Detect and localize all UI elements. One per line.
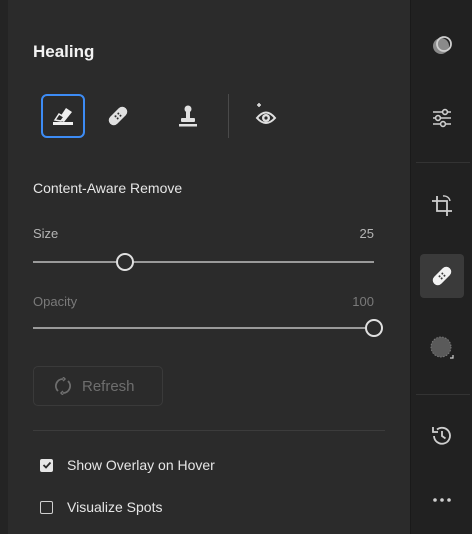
healing-bandage-icon — [432, 266, 452, 286]
history-icon — [432, 426, 451, 445]
crop-rotate-icon — [432, 195, 452, 216]
size-label: Size — [33, 226, 59, 241]
rail-separator — [416, 394, 470, 395]
visualize-spots-option[interactable]: Visualize Spots — [40, 499, 162, 515]
eraser-icon — [53, 108, 73, 125]
rail-more-button[interactable] — [420, 478, 464, 522]
opacity-slider-thumb[interactable] — [365, 319, 383, 337]
size-value[interactable]: 25 — [314, 226, 374, 241]
show-overlay-option[interactable]: Show Overlay on Hover — [40, 457, 215, 473]
tool-divider — [228, 94, 229, 138]
checkmark-icon — [42, 461, 51, 469]
show-overlay-checkbox[interactable] — [40, 458, 53, 472]
panel-title: Healing — [33, 42, 95, 61]
rail-separator — [416, 162, 470, 163]
visualize-spots-label: Visualize Spots — [67, 499, 163, 515]
more-icon — [433, 498, 451, 502]
refresh-label: Refresh — [82, 377, 135, 395]
rail-history-button[interactable] — [420, 414, 464, 458]
opacity-value[interactable]: 100 — [314, 294, 374, 309]
rail-adjust-button[interactable] — [420, 96, 464, 140]
masking-dots-icon — [430, 336, 454, 359]
bandage-icon — [108, 106, 128, 126]
rail-mask-button[interactable] — [420, 24, 464, 68]
refresh-icon — [55, 377, 71, 395]
mask-icon — [433, 36, 452, 54]
size-slider-thumb[interactable] — [116, 253, 135, 271]
refresh-button[interactable]: Refresh — [33, 366, 163, 406]
size-slider-track[interactable] — [33, 261, 374, 263]
divider — [33, 430, 385, 431]
red-eye-tool-button[interactable] — [244, 94, 288, 138]
rail-masking-button[interactable] — [420, 326, 464, 370]
heal-tool-button[interactable] — [96, 94, 140, 138]
remove-tool-button[interactable] — [41, 94, 85, 138]
red-eye-icon — [255, 103, 277, 124]
show-overlay-label: Show Overlay on Hover — [67, 457, 215, 473]
opacity-label: Opacity — [33, 294, 78, 309]
rail-crop-button[interactable] — [420, 184, 464, 228]
clone-tool-button[interactable] — [166, 94, 210, 138]
opacity-slider-track[interactable] — [33, 327, 374, 329]
stamp-icon — [179, 105, 197, 127]
healing-panel — [8, 0, 410, 534]
rail-healing-button[interactable] — [420, 254, 464, 298]
section-label: Content-Aware Remove — [33, 180, 183, 196]
adjustments-sliders-icon — [433, 108, 451, 128]
visualize-spots-checkbox[interactable] — [40, 500, 53, 514]
